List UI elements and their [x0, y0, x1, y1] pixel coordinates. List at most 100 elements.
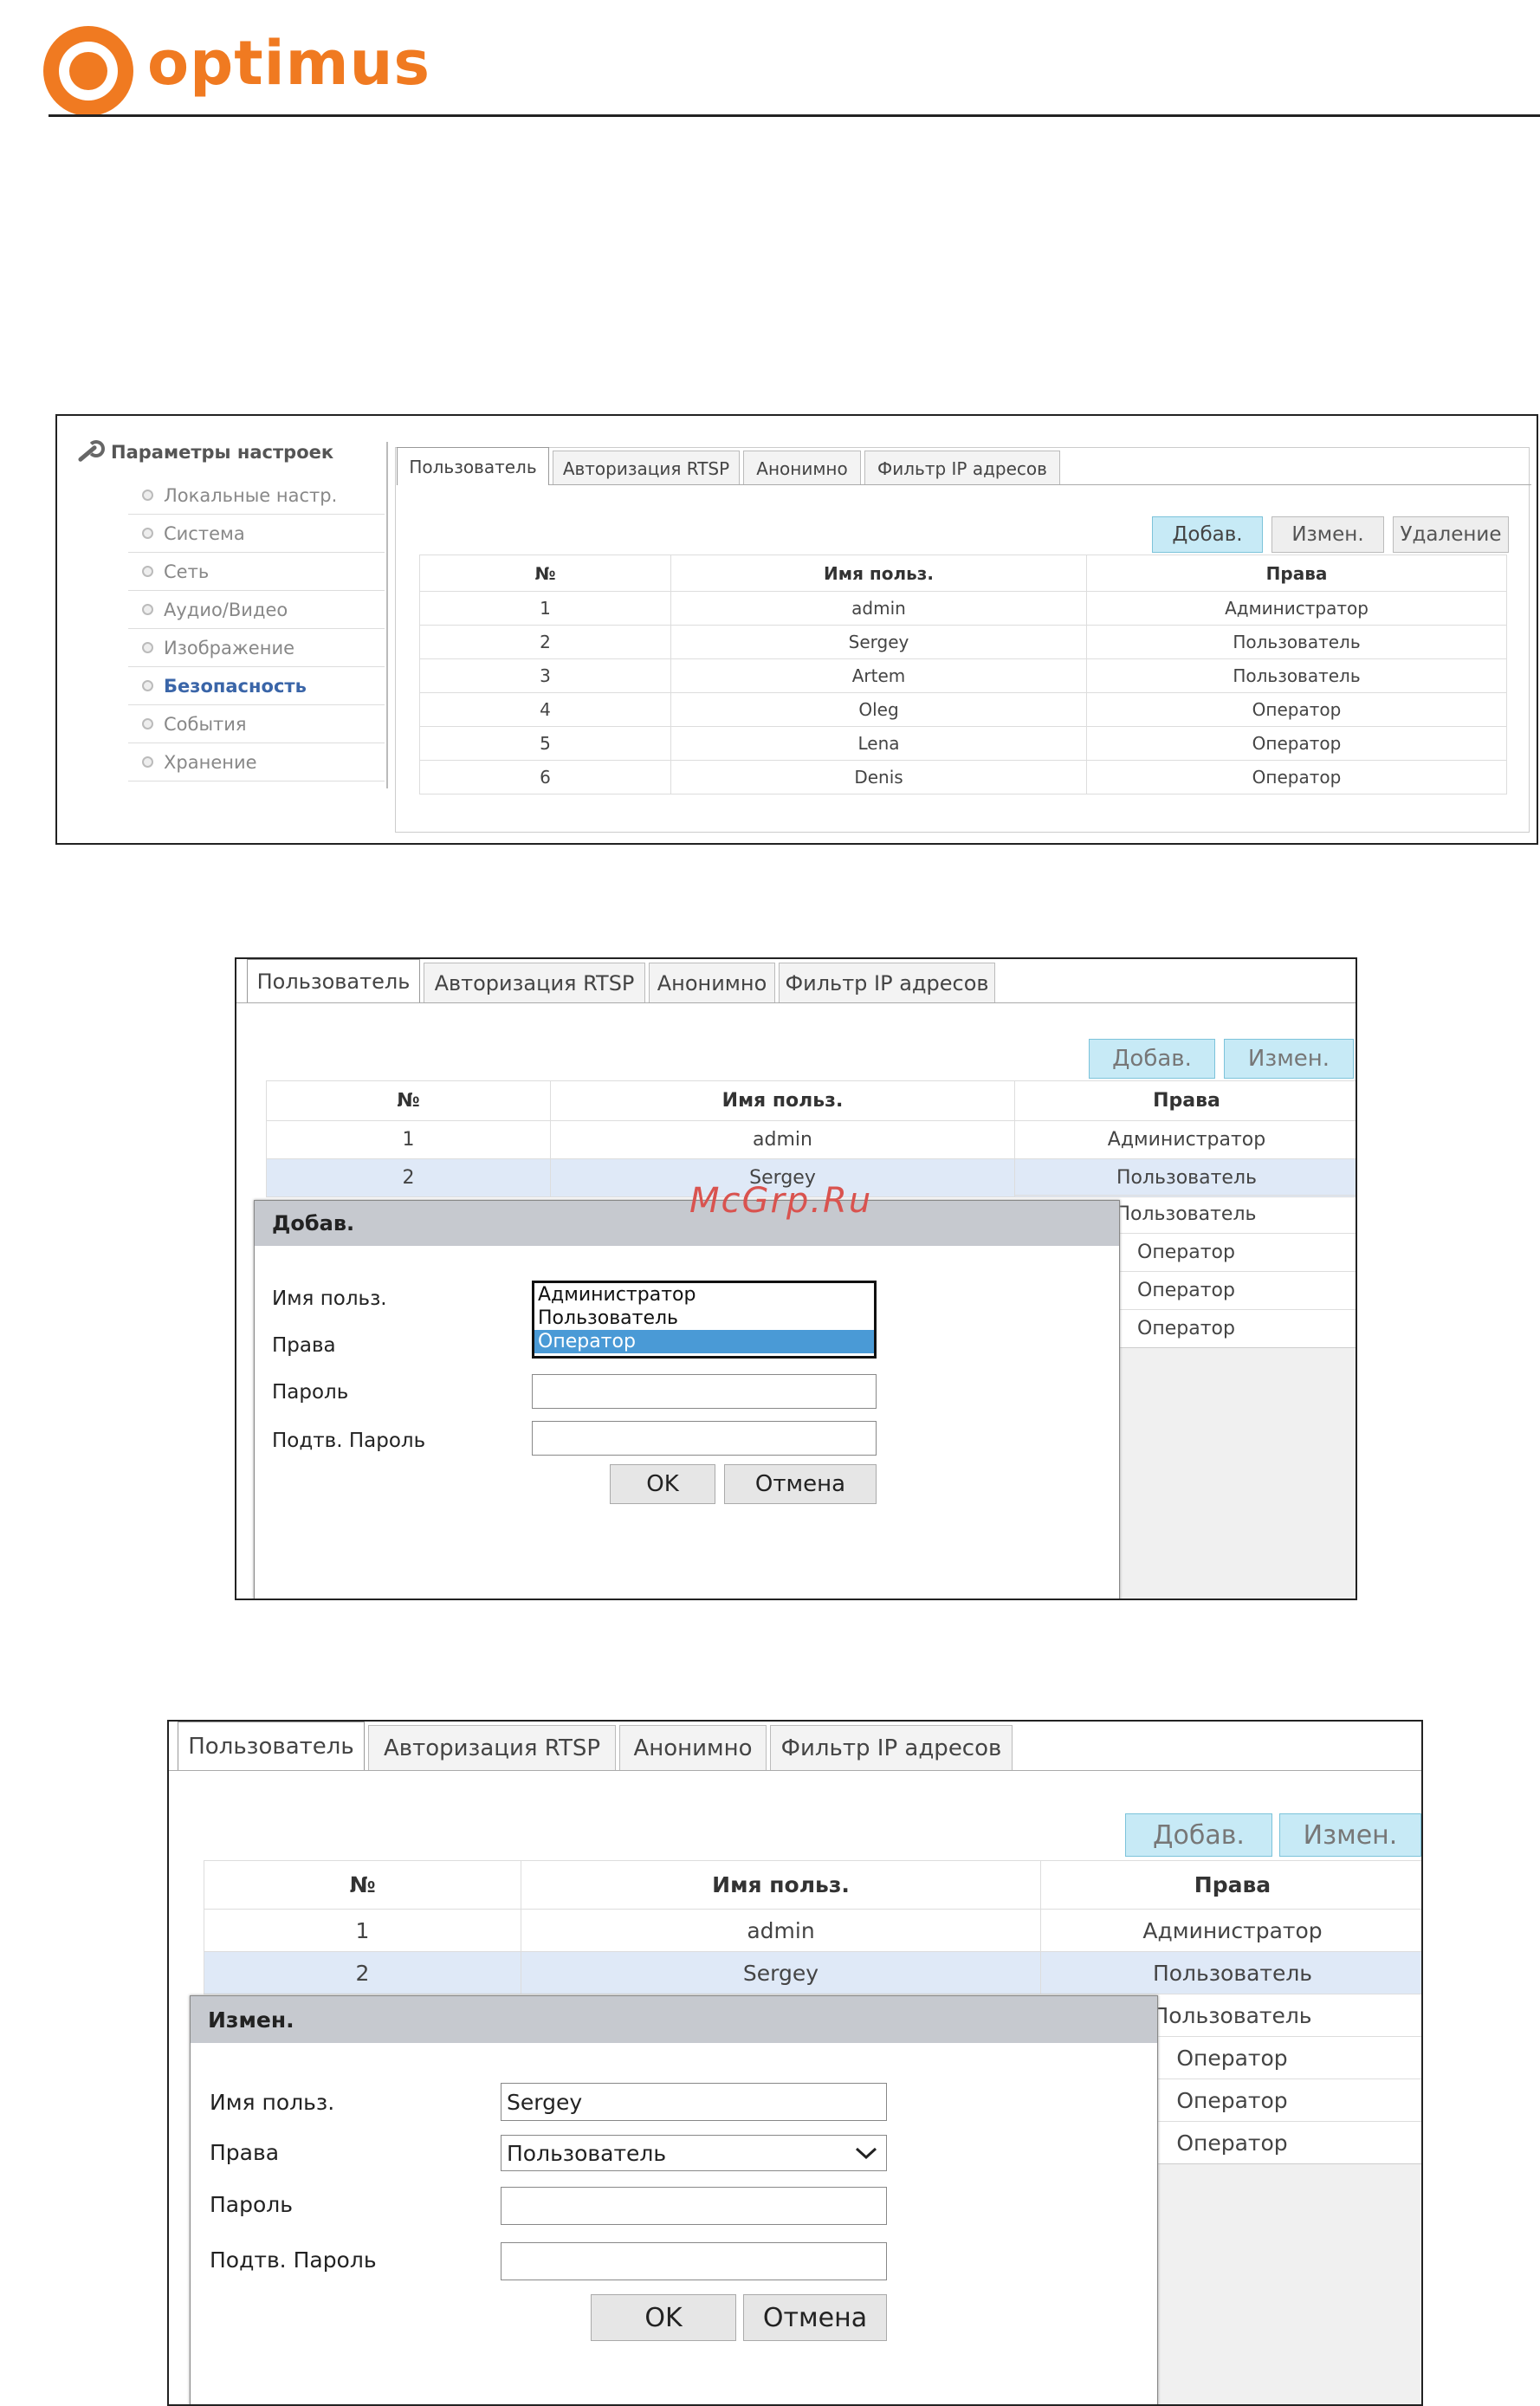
wrench-icon — [74, 440, 105, 464]
table-row[interactable]: 4 Oleg Оператор — [419, 692, 1507, 727]
bullet-icon — [142, 604, 153, 615]
tab-rtsp-auth[interactable]: Авторизация RTSP — [368, 1725, 616, 1770]
confirm-password-field[interactable] — [501, 2242, 887, 2280]
table-row[interactable]: 1 admin Администратор — [204, 1909, 1421, 1952]
table-row[interactable]: 6 Denis Оператор — [419, 760, 1507, 794]
bullet-icon — [142, 528, 153, 539]
table-row[interactable]: 3 Artem Пользователь — [419, 658, 1507, 693]
tab-bar: Пользователь Авторизация RTSP Анонимно Ф… — [247, 959, 999, 1002]
cell-rights: Пользователь — [1086, 625, 1507, 659]
col-header-username: Имя польз. — [550, 1080, 1015, 1121]
bullet-icon — [142, 642, 153, 653]
add-button[interactable]: Добав. — [1089, 1039, 1215, 1079]
cell-username: Sergey — [521, 1951, 1041, 1994]
cancel-button[interactable]: Отмена — [724, 1464, 877, 1504]
col-header-number: № — [419, 554, 671, 592]
rights-label: Права — [210, 2140, 280, 2165]
sidebar-title: Параметры настроек — [111, 442, 334, 463]
col-header-rights: Права — [1086, 554, 1507, 592]
col-header-username: Имя польз. — [670, 554, 1087, 592]
sidebar-item-label: Локальные настр. — [164, 484, 338, 506]
rights-select-value: Пользователь — [507, 2140, 667, 2166]
cell-rights: Оператор — [1086, 692, 1507, 727]
tab-user[interactable]: Пользователь — [247, 959, 420, 1002]
bullet-icon — [142, 680, 153, 691]
username-label: Имя польз. — [272, 1287, 387, 1310]
add-user-dialog: Добав. Имя польз. Права Пароль Подтв. Па… — [254, 1200, 1120, 1599]
users-table: № Имя польз. Права 1 admin Администратор 2 Se… — [419, 554, 1507, 794]
sidebar-header: Параметры настроек — [74, 440, 333, 464]
ok-button[interactable]: OK — [591, 2294, 736, 2341]
table-row[interactable]: 2 Sergey Пользователь — [419, 625, 1507, 659]
edit-user-panel: Пользователь Авторизация RTSP Анонимно Ф… — [167, 1720, 1423, 2406]
rights-option-selected[interactable]: Оператор — [534, 1330, 874, 1353]
sidebar-item-label: Безопасность — [164, 675, 307, 697]
cell-username: admin — [550, 1120, 1015, 1159]
tab-anonymous[interactable]: Анонимно — [649, 963, 775, 1002]
bullet-icon — [142, 566, 153, 577]
cell-number: 2 — [419, 625, 671, 659]
table-row[interactable]: 5 Lena Оператор — [419, 726, 1507, 761]
tab-user[interactable]: Пользователь — [178, 1722, 365, 1770]
sidebar-item-system[interactable]: Система — [128, 515, 385, 553]
rights-option[interactable]: Пользователь — [534, 1307, 874, 1330]
panel-background — [1156, 2163, 1421, 2404]
sidebar-item-storage[interactable]: Хранение — [128, 743, 385, 781]
table-row[interactable]: 1 admin Администратор — [266, 1120, 1356, 1159]
sidebar-item-local[interactable]: Локальные настр. — [128, 477, 385, 515]
sidebar-item-security[interactable]: Безопасность — [128, 667, 385, 705]
col-header-username: Имя польз. — [521, 1860, 1041, 1910]
brand-name: optimus — [147, 28, 431, 99]
edit-user-dialog: Измен. Имя польз. Права Пароль Подтв. Па… — [190, 1995, 1158, 2404]
sidebar-item-label: Сеть — [164, 561, 210, 582]
sidebar-item-image[interactable]: Изображение — [128, 629, 385, 667]
cell-number: 1 — [266, 1120, 551, 1159]
rights-listbox[interactable]: Администратор Пользователь Оператор — [532, 1281, 877, 1359]
table-row[interactable]: 2 Sergey Пользователь — [204, 1951, 1421, 1994]
username-label: Имя польз. — [210, 2090, 335, 2115]
password-label: Пароль — [210, 2192, 293, 2217]
password-field[interactable] — [532, 1374, 877, 1409]
tab-ip-filter[interactable]: Фильтр IP адресов — [770, 1725, 1013, 1770]
confirm-password-field[interactable] — [532, 1421, 877, 1456]
password-label: Пароль — [272, 1381, 349, 1404]
edit-button[interactable]: Измен. — [1279, 1813, 1421, 1857]
cancel-button[interactable]: Отмена — [743, 2294, 887, 2341]
rights-label: Права — [272, 1334, 336, 1357]
password-field[interactable] — [501, 2187, 887, 2225]
table-row[interactable]: 1 admin Администратор — [419, 591, 1507, 626]
col-header-number: № — [204, 1860, 521, 1910]
delete-button[interactable]: Удаление — [1393, 516, 1509, 553]
sidebar-item-events[interactable]: События — [128, 705, 385, 743]
tab-user[interactable]: Пользователь — [397, 447, 549, 485]
watermark: McGrp.Ru — [689, 1181, 873, 1221]
tab-rtsp-auth[interactable]: Авторизация RTSP — [424, 963, 645, 1002]
rights-select[interactable]: Пользователь — [501, 2135, 887, 2171]
users-table: № Имя польз. Права 1 admin Администратор 2 Se… — [204, 1860, 1421, 1994]
cell-number: 1 — [204, 1909, 521, 1952]
add-button[interactable]: Добав. — [1152, 516, 1263, 553]
edit-button[interactable]: Измен. — [1224, 1039, 1354, 1079]
tab-divider — [236, 1002, 1356, 1003]
col-header-number: № — [266, 1080, 551, 1121]
bullet-icon — [142, 490, 153, 501]
sidebar-item-network[interactable]: Сеть — [128, 553, 385, 591]
username-field[interactable]: Sergey — [501, 2083, 887, 2121]
sidebar-item-audio-video[interactable]: Аудио/Видео — [128, 591, 385, 629]
sidebar-item-label: Изображение — [164, 637, 295, 658]
cell-username: Lena — [670, 726, 1087, 761]
edit-button[interactable]: Измен. — [1271, 516, 1384, 553]
cell-number: 2 — [266, 1158, 551, 1197]
col-header-rights: Права — [1014, 1080, 1356, 1121]
tab-anonymous[interactable]: Анонимно — [619, 1725, 767, 1770]
sidebar-separator — [386, 442, 388, 788]
tab-ip-filter[interactable]: Фильтр IP адресов — [779, 963, 995, 1002]
confirm-password-label: Подтв. Пароль — [272, 1430, 426, 1452]
dialog-title: Добав. — [255, 1201, 1119, 1246]
cell-number: 2 — [204, 1951, 521, 1994]
cell-username: Oleg — [670, 692, 1087, 727]
cell-rights: Оператор — [1086, 760, 1507, 794]
rights-option[interactable]: Администратор — [534, 1283, 874, 1307]
ok-button[interactable]: OK — [610, 1464, 715, 1504]
add-button[interactable]: Добав. — [1125, 1813, 1272, 1857]
